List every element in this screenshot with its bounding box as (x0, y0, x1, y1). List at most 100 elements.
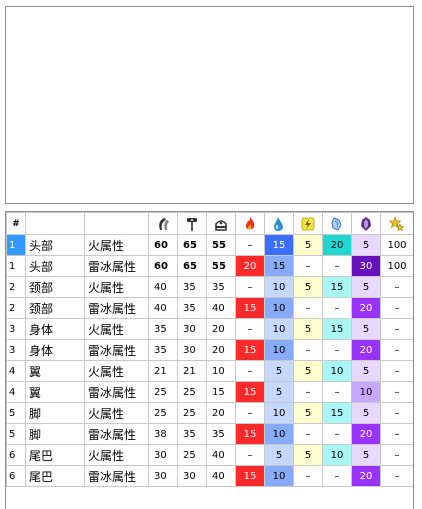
fire-value: 15 (235, 339, 265, 361)
table-header-row: # (6, 212, 413, 235)
ice-value: 15 (322, 276, 352, 298)
attribute-name: 雷冰属性 (84, 297, 149, 319)
water-value: 10 (264, 339, 294, 361)
thunder-value: – (293, 381, 323, 403)
impact-value: 30 (177, 465, 207, 487)
row-index: 1 (6, 234, 26, 256)
attribute-name: 火属性 (84, 318, 149, 340)
cut-value: 25 (148, 381, 178, 403)
shot-value: 20 (206, 339, 236, 361)
row-index: 5 (6, 423, 26, 445)
ice-value: 15 (322, 318, 352, 340)
column-header-water[interactable] (264, 212, 294, 235)
column-header-attribute[interactable] (84, 212, 149, 235)
hitzone-table: # 1 头部 火属性 60 65 55 – 15 5 20 5 100 1 头部… (6, 212, 413, 487)
impact-value: 25 (177, 444, 207, 466)
water-value: 15 (264, 255, 294, 277)
dragon-value: 5 (351, 402, 381, 424)
attribute-name: 火属性 (84, 402, 149, 424)
dragon-value: 5 (351, 276, 381, 298)
image-preview-area (5, 6, 414, 204)
hitzone-table-panel: # 1 头部 火属性 60 65 55 – 15 5 20 5 100 1 头部… (5, 211, 414, 509)
fire-value: – (235, 234, 265, 256)
table-row[interactable]: 2 颈部 火属性 40 35 35–10 5 15 5– (6, 276, 413, 298)
row-index: 3 (6, 318, 26, 340)
ice-value: – (322, 423, 352, 445)
attribute-name: 雷冰属性 (84, 339, 149, 361)
attribute-name: 雷冰属性 (84, 255, 149, 277)
row-index: 2 (6, 276, 26, 298)
attribute-name: 雷冰属性 (84, 465, 149, 487)
water-value: 10 (264, 297, 294, 319)
impact-value: 65 (177, 255, 207, 277)
table-row[interactable]: 5 脚火属性 25 25 20–10 5 15 5– (6, 402, 413, 424)
thunder-value: 5 (293, 402, 323, 424)
fire-icon (245, 216, 255, 229)
part-name: 脚 (25, 402, 85, 424)
table-row[interactable]: 3 身体 雷冰属性 35 30 20 15 10– –20– (6, 339, 413, 361)
attribute-name: 火属性 (84, 234, 149, 256)
shot-icon (215, 219, 227, 231)
dragon-value: 20 (351, 297, 381, 319)
table-row[interactable]: 1 头部 火属性 60 65 55–15 5 20 5 100 (6, 234, 413, 256)
column-header-ice[interactable] (322, 212, 352, 235)
impact-value: 25 (177, 402, 207, 424)
column-header-thunder[interactable] (293, 212, 323, 235)
impact-value: 35 (177, 423, 207, 445)
ice-value: – (322, 339, 352, 361)
fire-value: – (235, 444, 265, 466)
column-header-dragon[interactable] (351, 212, 381, 235)
part-name: 身体 (25, 318, 85, 340)
cut-value: 40 (148, 276, 178, 298)
stun-value: – (380, 276, 413, 298)
impact-value: 65 (177, 234, 207, 256)
shot-value: 40 (206, 444, 236, 466)
table-row[interactable]: 3 身体 火属性 35 30 20–10 5 15 5– (6, 318, 413, 340)
ice-value: – (322, 297, 352, 319)
water-value: 10 (264, 318, 294, 340)
stun-value: – (380, 444, 413, 466)
attribute-name: 火属性 (84, 276, 149, 298)
table-row[interactable]: 4 翼雷冰属性 25 25 15 15 5– –10– (6, 381, 413, 403)
column-header-fire[interactable] (235, 212, 265, 235)
cut-value: 35 (148, 339, 178, 361)
row-index: 4 (6, 381, 26, 403)
ice-value: 10 (322, 360, 352, 382)
fire-value: – (235, 276, 265, 298)
row-index: 1 (6, 255, 26, 277)
cut-value: 30 (148, 444, 178, 466)
table-row[interactable]: 6 尾巴 雷冰属性 30 30 40 15 10– –20– (6, 465, 413, 487)
ice-value: 10 (322, 444, 352, 466)
table-row[interactable]: 4 翼火属性 21 21 10–5 5 10 5– (6, 360, 413, 382)
thunder-icon (301, 217, 315, 230)
table-row[interactable]: 2 颈部 雷冰属性 40 35 40 15 10– –20– (6, 297, 413, 319)
table-row[interactable]: 6 尾巴 火属性 30 25 40–5 5 10 5– (6, 444, 413, 466)
table-row[interactable]: 1 头部 雷冰属性 60 65 55 20 15– –30 100 (6, 255, 413, 277)
ice-value: 15 (322, 402, 352, 424)
water-value: 10 (264, 423, 294, 445)
shot-value: 35 (206, 276, 236, 298)
column-header-index[interactable]: # (6, 212, 26, 235)
attribute-name: 火属性 (84, 360, 149, 382)
ice-value: – (322, 255, 352, 277)
dragon-value: 30 (351, 255, 381, 277)
row-index: 2 (6, 297, 26, 319)
column-header-impact[interactable] (177, 212, 207, 235)
row-index: 6 (6, 444, 26, 466)
ice-icon (331, 216, 342, 231)
thunder-value: – (293, 297, 323, 319)
cut-value: 40 (148, 297, 178, 319)
shot-value: 20 (206, 318, 236, 340)
water-value: 10 (264, 465, 294, 487)
table-row[interactable]: 5 脚雷冰属性 38 35 35 15 10– –20– (6, 423, 413, 445)
dragon-value: 5 (351, 234, 381, 256)
column-header-part[interactable] (25, 212, 85, 235)
column-header-stun[interactable] (380, 212, 413, 235)
shot-value: 20 (206, 402, 236, 424)
water-value: 10 (264, 276, 294, 298)
column-header-cut[interactable] (148, 212, 178, 235)
column-header-shot[interactable] (206, 212, 236, 235)
part-name: 尾巴 (25, 465, 85, 487)
water-icon (274, 216, 283, 231)
fire-value: 15 (235, 465, 265, 487)
